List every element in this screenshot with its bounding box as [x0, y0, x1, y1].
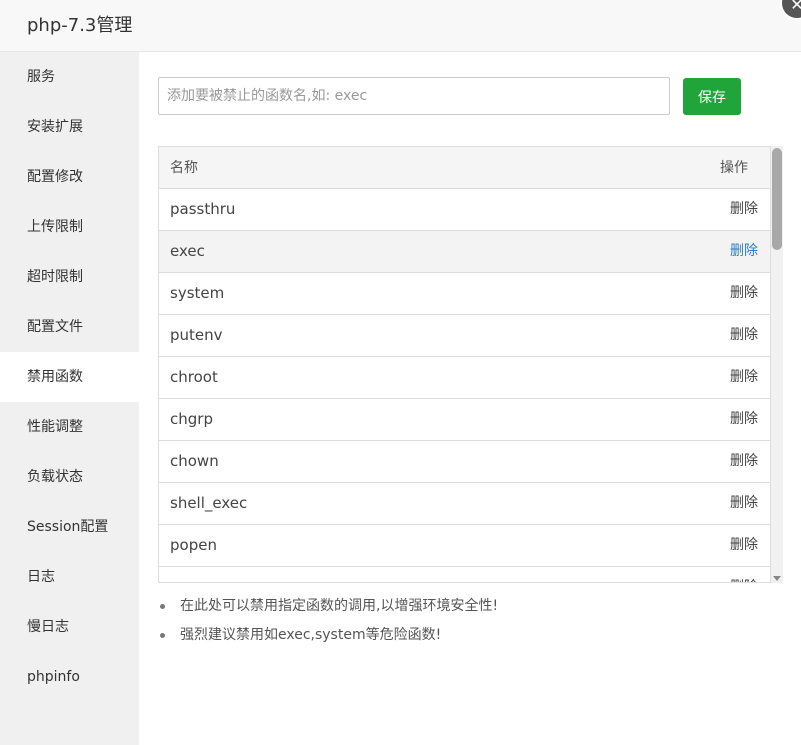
- sidebar-item-service[interactable]: 服务: [0, 52, 139, 102]
- sidebar-item-load-status[interactable]: 负载状态: [0, 452, 139, 502]
- bullet-icon: [160, 633, 165, 638]
- delete-link[interactable]: 删除: [730, 525, 758, 566]
- delete-link[interactable]: 删除: [730, 483, 758, 524]
- tip-item: 强烈建议禁用如exec,system等危险函数!: [159, 625, 498, 654]
- sidebar-item-log[interactable]: 日志: [0, 552, 139, 602]
- table-row: chroot 删除: [159, 357, 770, 399]
- table-scrollbar[interactable]: [771, 146, 783, 583]
- sidebar: 服务 安装扩展 配置修改 上传限制 超时限制 配置文件 禁用函数 性能调整 负载…: [0, 52, 139, 745]
- function-name: chgrp: [170, 410, 213, 428]
- table-header: 名称 操作: [159, 147, 770, 189]
- window-title: php-7.3管理: [27, 15, 133, 36]
- scroll-down-arrow-icon[interactable]: [773, 576, 781, 581]
- function-name: exec: [170, 242, 205, 260]
- sidebar-item-upload-limit[interactable]: 上传限制: [0, 202, 139, 252]
- function-name: putenv: [170, 326, 223, 344]
- table-row: chgrp 删除: [159, 399, 770, 441]
- header-name: 名称: [170, 160, 198, 176]
- sidebar-item-phpinfo[interactable]: phpinfo: [0, 652, 139, 702]
- function-name: chown: [170, 452, 219, 470]
- sidebar-item-disabled-functions[interactable]: 禁用函数: [0, 352, 139, 402]
- save-button[interactable]: 保存: [683, 78, 741, 115]
- tip-text: 强烈建议禁用如exec,system等危险函数!: [180, 627, 442, 643]
- sidebar-item-config-file[interactable]: 配置文件: [0, 302, 139, 352]
- main-panel: 保存 名称 操作 passthru 删除 exec 删除 system 删除 p…: [139, 52, 801, 745]
- table-row: system 删除: [159, 273, 770, 315]
- function-name: popen: [170, 536, 217, 554]
- sidebar-item-performance[interactable]: 性能调整: [0, 402, 139, 452]
- table-row: chown 删除: [159, 441, 770, 483]
- table-row: exec 删除: [159, 231, 770, 273]
- table-row: putenv 删除: [159, 315, 770, 357]
- sidebar-item-install-extensions[interactable]: 安装扩展: [0, 102, 139, 152]
- title-bar: php-7.3管理: [0, 0, 801, 52]
- table-row: 删除: [159, 567, 770, 582]
- sidebar-item-session-config[interactable]: Session配置: [0, 502, 139, 552]
- sidebar-item-config-edit[interactable]: 配置修改: [0, 152, 139, 202]
- function-name-input[interactable]: [158, 77, 670, 115]
- scrollbar-thumb[interactable]: [772, 148, 782, 250]
- sidebar-item-timeout-limit[interactable]: 超时限制: [0, 252, 139, 302]
- delete-link[interactable]: 删除: [730, 273, 758, 314]
- disabled-functions-table: 名称 操作 passthru 删除 exec 删除 system 删除 pute…: [158, 146, 771, 583]
- delete-link[interactable]: 删除: [730, 441, 758, 482]
- function-name: system: [170, 284, 225, 302]
- header-action: 操作: [720, 160, 748, 176]
- delete-link[interactable]: 删除: [730, 189, 758, 230]
- table-row: passthru 删除: [159, 189, 770, 231]
- delete-link[interactable]: 删除: [730, 315, 758, 356]
- delete-link[interactable]: 删除: [730, 231, 758, 272]
- function-name: chroot: [170, 368, 218, 386]
- function-name: shell_exec: [170, 494, 248, 512]
- delete-link[interactable]: 删除: [730, 357, 758, 398]
- bullet-icon: [160, 604, 165, 609]
- table-row: popen 删除: [159, 525, 770, 567]
- tips-list: 在此处可以禁用指定函数的调用,以增强环境安全性! 强烈建议禁用如exec,sys…: [159, 596, 498, 654]
- table-row: shell_exec 删除: [159, 483, 770, 525]
- delete-link[interactable]: 删除: [730, 399, 758, 440]
- sidebar-item-slow-log[interactable]: 慢日志: [0, 602, 139, 652]
- tip-text: 在此处可以禁用指定函数的调用,以增强环境安全性!: [180, 598, 499, 614]
- delete-link[interactable]: 删除: [730, 567, 758, 582]
- function-name: passthru: [170, 200, 236, 218]
- tip-item: 在此处可以禁用指定函数的调用,以增强环境安全性!: [159, 596, 498, 625]
